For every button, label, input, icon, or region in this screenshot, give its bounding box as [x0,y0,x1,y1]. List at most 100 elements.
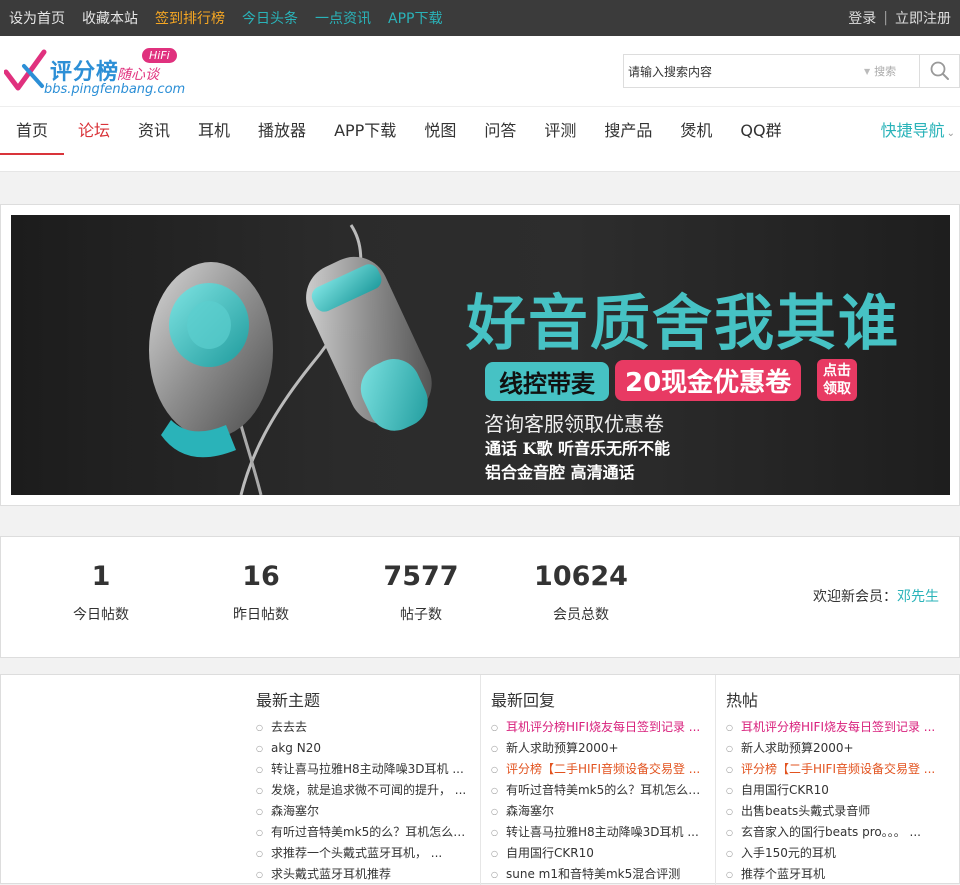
stat-label: 昨日帖数 [233,607,289,623]
quick-nav-button[interactable]: 快捷导航 ⌄ [881,107,955,155]
stat-label: 今日帖数 [73,607,129,623]
nav-item[interactable]: 论坛 [64,107,124,155]
search-scope-select[interactable]: ▼ 搜索 [864,63,919,79]
claim-line-2: 领取 [823,381,851,397]
banner-tag-coupon: 20现金优惠卷 [615,360,802,401]
post-link[interactable]: 新人求助预算2000+ [491,738,703,759]
post-link[interactable]: 森海塞尔 [256,801,468,822]
banner-headline: 好音质舍我其谁 [466,289,900,359]
welcome-prefix: 欢迎新会员： [813,589,897,605]
post-link[interactable]: 新人求助预算2000+ [726,738,938,759]
stat-number: 7577 [383,561,459,592]
latest-topics-list: 去去去akg N20转让喜马拉雅H8主动降噪3D耳机 ...发烧，就是追求微不可… [246,717,480,885]
top-link[interactable]: 今日头条 [242,8,298,28]
logo-slogan: 随心谈 [117,67,159,83]
latest-topics-panel: 最新主题 去去去akg N20转让喜马拉雅H8主动降噪3D耳机 ...发烧，就是… [246,675,481,885]
nav-item[interactable]: 搜产品 [590,107,666,155]
search-box: ▼ 搜索 [623,54,960,88]
stat-total-posts: 7577 帖子数 [341,561,501,624]
latest-replies-panel: 最新回复 耳机评分榜HIFI烧友每日签到记录 ...新人求助预算2000+评分榜… [481,675,716,885]
earphones-image [149,224,432,495]
top-link[interactable]: APP下载 [388,8,442,28]
new-member-link[interactable]: 邓先生 [897,589,939,605]
banner-tag-mic: 线控带麦 [485,362,609,401]
forum-stats: 1 今日帖数 16 昨日帖数 7577 帖子数 10624 会员总数 欢迎新会员… [0,536,960,658]
post-link[interactable]: 自用国行CKR10 [491,843,703,864]
post-link[interactable]: sune m1和音特美mk5混合评测 [491,864,703,885]
post-link[interactable]: akg N20 [256,738,468,759]
main-nav: 首页 论坛 资讯 耳机 播放器 APP下载 悦图 问答 评测 搜产品 煲机 QQ群 快捷导航 ⌄ [0,106,960,172]
banner-subtitle-3: 铝合金音腔 高清通话 [485,463,635,482]
top-link[interactable]: 收藏本站 [82,8,138,28]
post-link[interactable]: 求头戴式蓝牙耳机推荐 [256,864,468,885]
hot-posts-list: 耳机评分榜HIFI烧友每日签到记录 ...新人求助预算2000+评分榜【二手HI… [716,717,951,885]
dropdown-arrow-icon: ▼ [864,66,871,76]
nav-item[interactable]: 耳机 [184,107,244,155]
top-link[interactable]: 签到排行榜 [155,8,225,28]
nav-item[interactable]: 播放器 [244,107,320,155]
post-link[interactable]: 有听过音特美mk5的么？耳机怎么 ... [256,822,468,843]
site-header: 评分榜 随心谈 HiFi bbs.pingfenbang.com ▼ 搜索 [0,36,960,106]
search-icon [930,61,949,80]
stat-label: 会员总数 [553,607,609,623]
latest-replies-title: 最新回复 [491,691,556,710]
top-link[interactable]: 一点资讯 [315,8,371,28]
post-link[interactable]: 自用国行CKR10 [726,780,938,801]
nav-list: 首页 论坛 资讯 耳机 播放器 APP下载 悦图 问答 评测 搜产品 煲机 QQ群 [0,107,960,171]
post-lists: 最新主题 去去去akg N20转让喜马拉雅H8主动降噪3D耳机 ...发烧，就是… [0,674,960,885]
nav-item[interactable]: 悦图 [410,107,470,155]
post-link[interactable]: 耳机评分榜HIFI烧友每日签到记录 ... [726,717,938,738]
site-logo[interactable]: 评分榜 随心谈 HiFi bbs.pingfenbang.com [4,46,186,100]
promo-banner[interactable]: 好音质舍我其谁 线控带麦 20现金优惠卷 点击 领取 咨询客服领取优惠卷 通话 … [11,215,950,495]
quick-nav-label: 快捷导航 [880,121,945,140]
nav-item[interactable]: 首页 [0,107,64,155]
top-link[interactable]: 设为首页 [9,8,65,28]
search-input[interactable] [624,56,864,86]
hot-posts-panel: 热帖 耳机评分榜HIFI烧友每日签到记录 ...新人求助预算2000+评分榜【二… [716,675,951,885]
post-link[interactable]: 转让喜马拉雅H8主动降噪3D耳机 ... [256,759,468,780]
post-link[interactable]: 入手150元的耳机 [726,843,938,864]
post-link[interactable]: 求推荐一个头戴式蓝牙耳机， ... [256,843,468,864]
logo-hifi-badge: HiFi [142,48,177,63]
post-link[interactable]: 玄音家入的国行beats pro。。。 ... [726,822,938,843]
latest-topics-title: 最新主题 [256,691,321,710]
post-link[interactable]: 去去去 [256,717,468,738]
new-member-welcome: 欢迎新会员：邓先生 [813,586,939,606]
post-link[interactable]: 评分榜【二手HIFI音频设备交易登 ... [726,759,938,780]
register-link[interactable]: 立即注册 [895,8,951,28]
post-link[interactable]: 发烧，就是追求微不可闻的提升， ... [256,780,468,801]
search-button[interactable] [919,55,959,87]
nav-item[interactable]: 评测 [530,107,590,155]
top-links: 设为首页 收藏本站 签到排行榜 今日头条 一点资讯 APP下载 [9,8,459,28]
banner-container: 好音质舍我其谁 线控带麦 20现金优惠卷 点击 领取 咨询客服领取优惠卷 通话 … [0,204,960,506]
post-link[interactable]: 耳机评分榜HIFI烧友每日签到记录 ... [491,717,703,738]
account-separator: | [883,10,888,26]
stat-label: 帖子数 [400,607,442,623]
stat-today-posts: 1 今日帖数 [21,561,181,624]
stat-number: 10624 [534,561,628,592]
post-link[interactable]: 森海塞尔 [491,801,703,822]
banner-claim-button[interactable]: 点击 领取 [817,359,857,401]
post-link[interactable]: 推荐个蓝牙耳机 [726,864,938,885]
search-scope-label: 搜索 [874,65,897,78]
nav-item[interactable]: QQ群 [726,107,795,155]
banner-subtitle-1: 咨询客服领取优惠卷 [484,412,664,436]
stat-number: 1 [91,561,111,592]
stat-total-members: 10624 会员总数 [501,561,661,624]
nav-item[interactable]: 问答 [470,107,530,155]
stat-yesterday-posts: 16 昨日帖数 [181,561,341,624]
logo-domain: bbs.pingfenbang.com [44,82,186,97]
chevron-down-icon: ⌄ [946,128,955,139]
post-link[interactable]: 评分榜【二手HIFI音频设备交易登 ... [491,759,703,780]
post-link[interactable]: 有听过音特美mk5的么？耳机怎么 ... [491,780,703,801]
nav-item[interactable]: 煲机 [666,107,726,155]
nav-item[interactable]: 资讯 [124,107,184,155]
claim-line-1: 点击 [823,363,851,379]
stat-number: 16 [242,561,280,592]
nav-item[interactable]: APP下载 [320,107,410,155]
login-link[interactable]: 登录 [848,8,876,28]
hot-posts-title: 热帖 [726,691,759,710]
top-bar: 设为首页 收藏本站 签到排行榜 今日头条 一点资讯 APP下载 登录 | 立即注册 [0,0,960,36]
post-link[interactable]: 出售beats头戴式录音师 [726,801,938,822]
post-link[interactable]: 转让喜马拉雅H8主动降噪3D耳机 ... [491,822,703,843]
